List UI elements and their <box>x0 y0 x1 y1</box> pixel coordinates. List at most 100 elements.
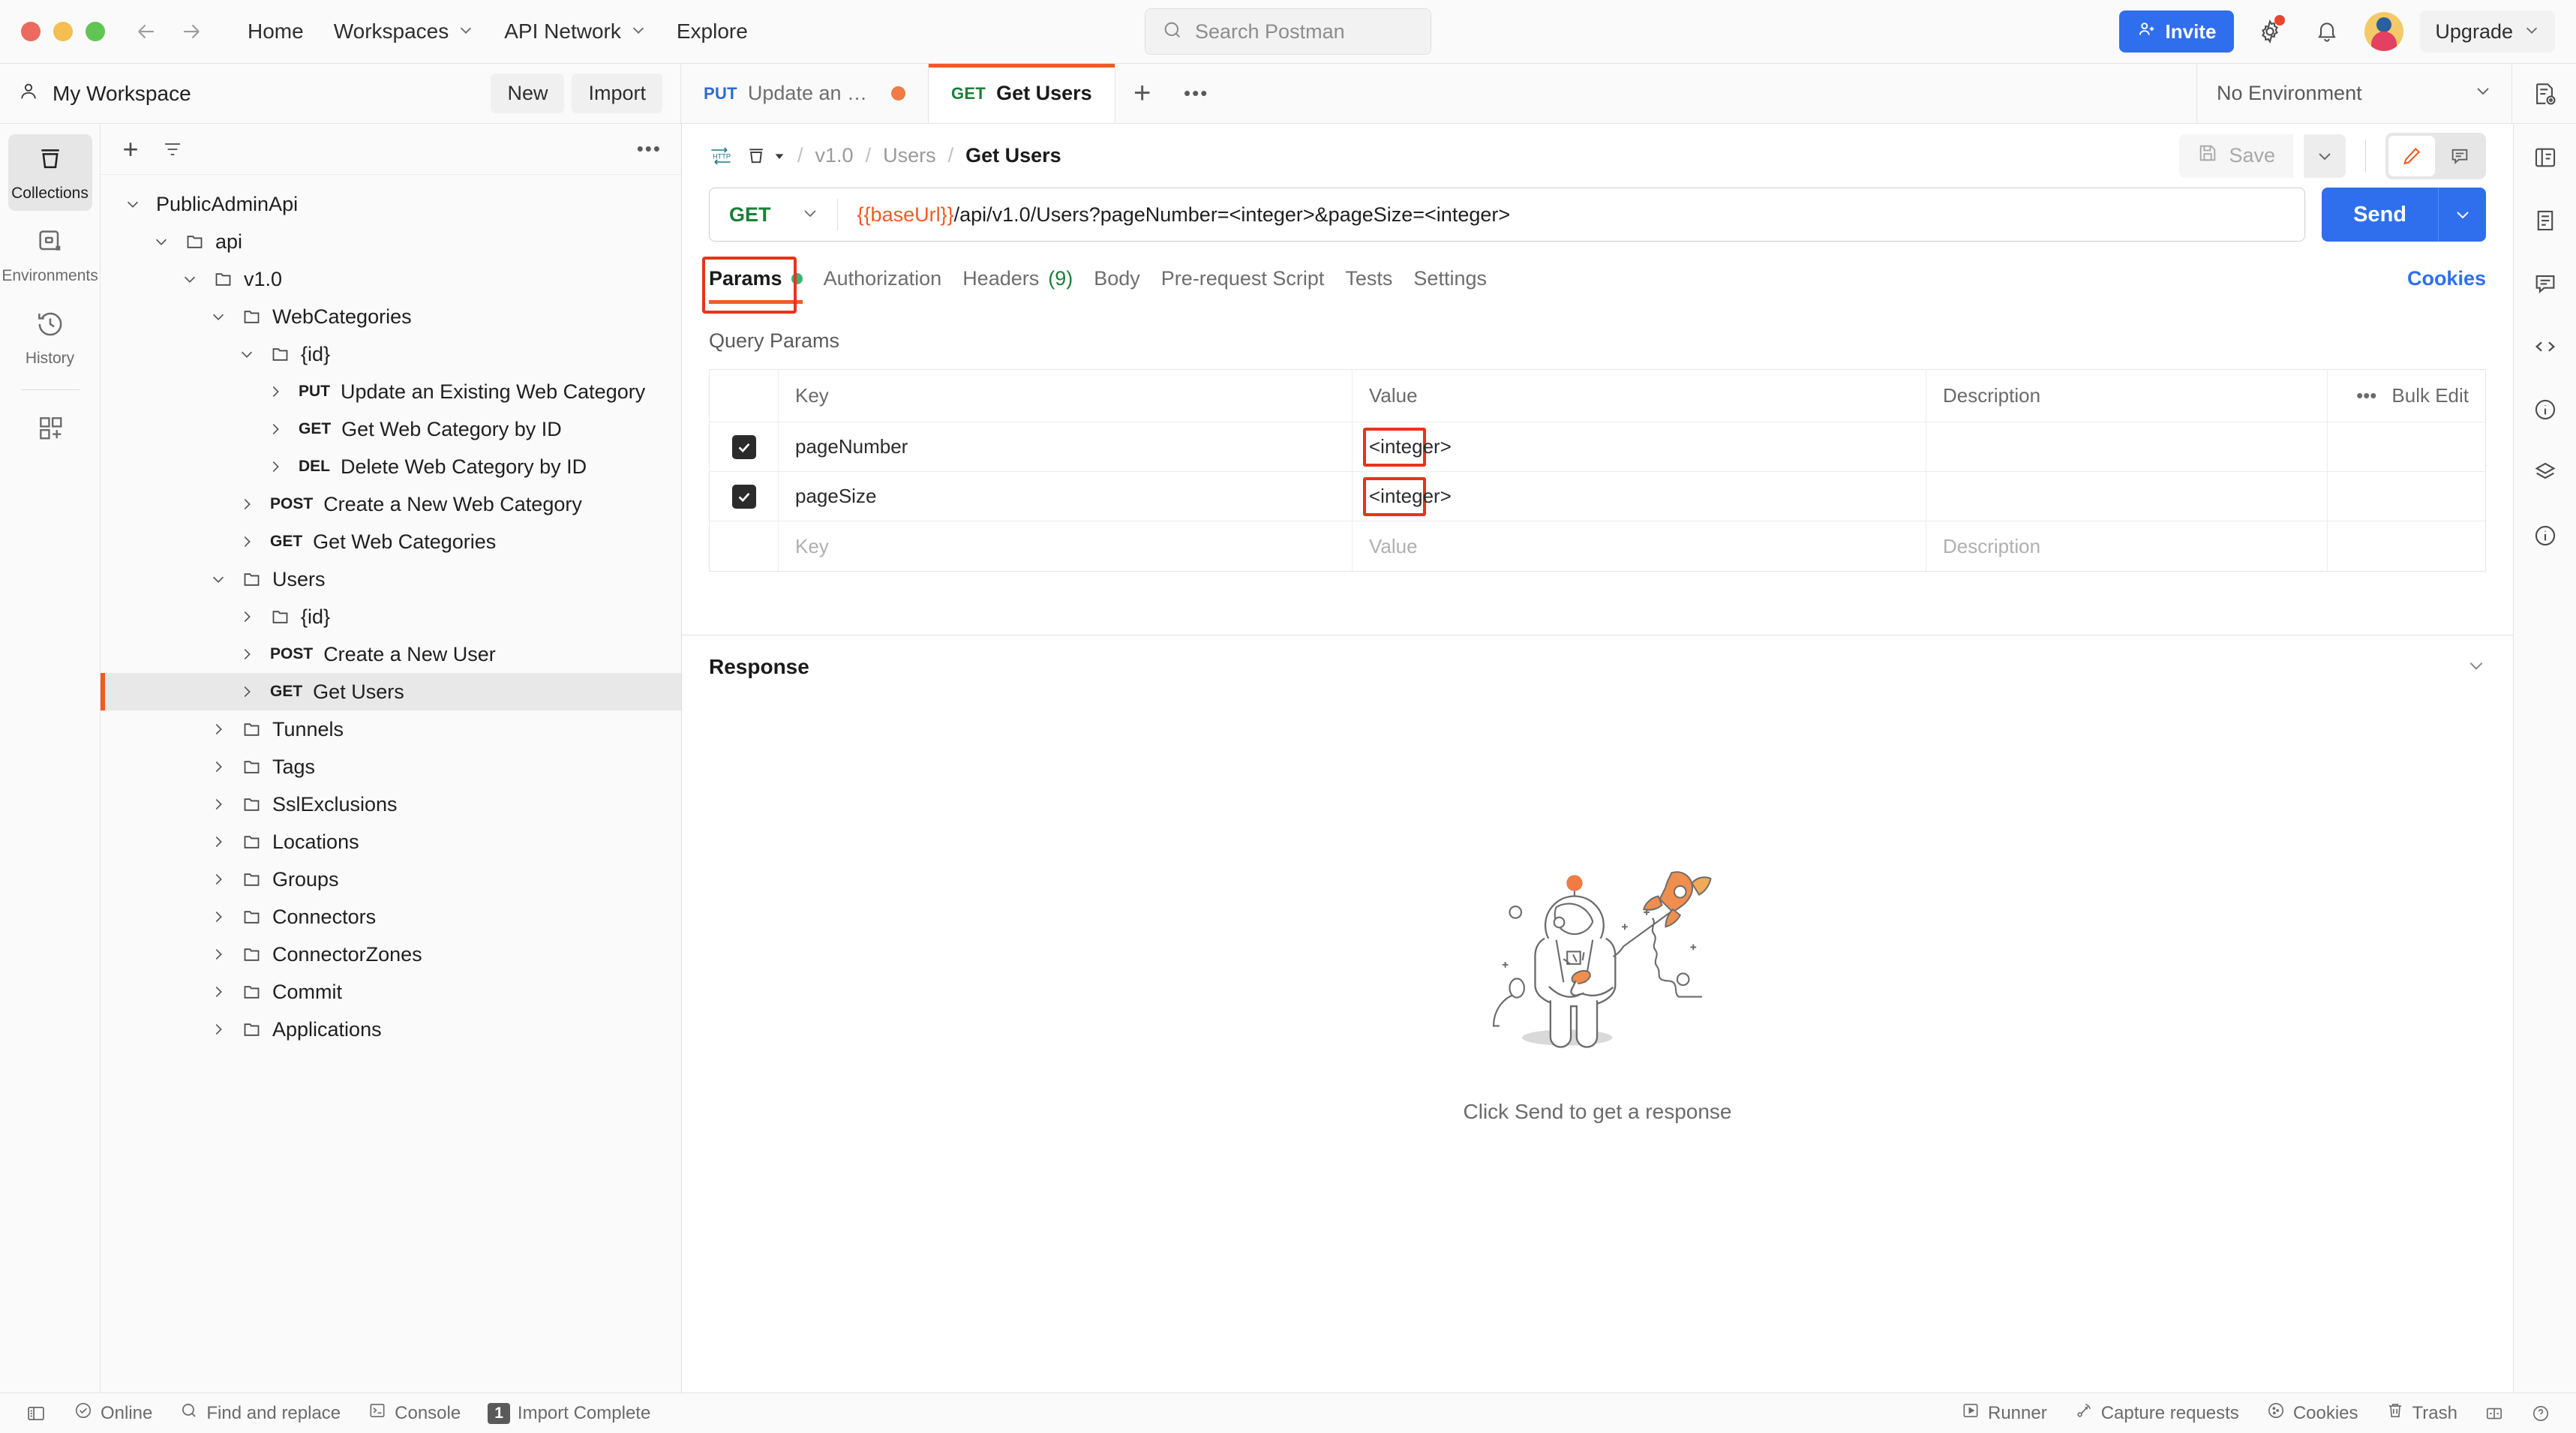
http-method-select[interactable]: GET <box>710 188 837 241</box>
chevron-right-icon[interactable] <box>206 796 231 813</box>
send-options-caret[interactable] <box>2438 188 2486 242</box>
tree-request-item[interactable]: GETGet Web Categories <box>101 523 681 560</box>
chevron-right-icon[interactable] <box>234 496 260 512</box>
tab-authorization[interactable]: Authorization <box>824 267 963 304</box>
tree-request-item[interactable]: POSTCreate a New User <box>101 635 681 673</box>
chevron-right-icon[interactable] <box>206 1021 231 1038</box>
param-value[interactable]: <integer> <box>1353 422 1926 471</box>
upgrade-button[interactable]: Upgrade <box>2420 11 2555 53</box>
sidebar-toggle-icon[interactable] <box>12 1403 60 1424</box>
chevron-down-icon[interactable] <box>2466 656 2486 679</box>
chevron-right-icon[interactable] <box>263 458 288 475</box>
maximize-window-button[interactable] <box>86 22 105 41</box>
chevron-down-icon[interactable] <box>120 196 146 212</box>
tab-settings[interactable]: Settings <box>1413 267 1508 304</box>
tree-folder-item[interactable]: Applications <box>101 1011 681 1048</box>
settings-gear-icon[interactable] <box>2249 11 2291 53</box>
save-button[interactable]: Save <box>2179 134 2293 178</box>
tree-folder-item[interactable]: v1.0 <box>101 260 681 298</box>
chevron-right-icon[interactable] <box>206 834 231 850</box>
collections-icon[interactable] <box>745 145 785 167</box>
comment-icon[interactable] <box>2436 136 2483 176</box>
tree-folder-item[interactable]: {id} <box>101 335 681 373</box>
chevron-right-icon[interactable] <box>206 909 231 925</box>
tab-tests[interactable]: Tests <box>1345 267 1413 304</box>
status-online[interactable]: Online <box>60 1401 166 1425</box>
info-icon[interactable] <box>2525 515 2565 556</box>
tree-folder-item[interactable]: api <box>101 223 681 260</box>
info-circle-icon[interactable] <box>2525 389 2565 430</box>
trash-button[interactable]: Trash <box>2372 1401 2471 1425</box>
param-value[interactable]: <integer> <box>1353 472 1926 521</box>
nav-item-workspaces[interactable]: Workspaces <box>319 12 490 51</box>
chevron-right-icon[interactable] <box>263 383 288 400</box>
tree-request-item[interactable]: POSTCreate a New Web Category <box>101 485 681 523</box>
pencil-icon[interactable] <box>2388 136 2435 176</box>
nav-item-home[interactable]: Home <box>233 12 319 51</box>
table-row[interactable]: pageNumber <integer> <box>710 422 2485 472</box>
checkbox-checked-icon[interactable] <box>732 435 756 459</box>
import-button[interactable]: Import <box>572 74 662 113</box>
chevron-right-icon[interactable] <box>206 946 231 963</box>
new-tab-button[interactable]: + <box>1115 64 1169 123</box>
tree-request-item[interactable]: PUTUpdate an Existing Web Category <box>101 373 681 410</box>
request-tab-update-web-category[interactable]: PUT Update an Existing We <box>681 64 929 123</box>
param-key[interactable]: pageSize <box>779 472 1353 521</box>
tree-folder-item[interactable]: Tunnels <box>101 710 681 748</box>
new-collection-button[interactable]: + <box>116 134 146 165</box>
tree-folder-item[interactable]: Commit <box>101 973 681 1011</box>
layout-icon[interactable] <box>2471 1404 2517 1423</box>
chevron-right-icon[interactable] <box>263 421 288 437</box>
chevron-right-icon[interactable] <box>234 608 260 625</box>
chevron-right-icon[interactable] <box>234 533 260 550</box>
tree-request-item[interactable]: DELDelete Web Category by ID <box>101 448 681 485</box>
minimize-window-button[interactable] <box>53 22 73 41</box>
table-row[interactable]: pageSize <integer> <box>710 472 2485 521</box>
help-circle-icon[interactable] <box>2517 1404 2564 1423</box>
tab-params[interactable]: Params <box>709 267 824 304</box>
url-input[interactable]: {{baseUrl}}/api/v1.0/Users?pageNumber=<i… <box>838 203 1511 227</box>
chevron-down-icon[interactable] <box>234 346 260 362</box>
back-arrow-icon[interactable] <box>132 17 161 46</box>
tree-folder-item[interactable]: Groups <box>101 861 681 898</box>
table-row-empty[interactable]: Key Value Description <box>710 521 2485 571</box>
new-param-description-input[interactable]: Description <box>1926 521 2328 571</box>
documentation-icon[interactable] <box>2525 200 2565 241</box>
sidebar-item-history[interactable]: History <box>8 299 92 376</box>
tree-folder-item[interactable]: {id} <box>101 598 681 635</box>
chevron-right-icon[interactable] <box>206 871 231 888</box>
tab-headers[interactable]: Headers (9) <box>962 267 1094 304</box>
tree-folder-item[interactable]: SslExclusions <box>101 786 681 823</box>
close-window-button[interactable] <box>21 22 41 41</box>
bulk-edit-link[interactable]: Bulk Edit <box>2391 384 2469 407</box>
runner-button[interactable]: Runner <box>1947 1401 2061 1425</box>
tab-options-icon[interactable]: ••• <box>1169 64 1223 123</box>
chevron-down-icon[interactable] <box>206 308 231 325</box>
tree-folder-item[interactable]: WebCategories <box>101 298 681 335</box>
notification-bell-icon[interactable] <box>2306 11 2348 53</box>
panel-icon[interactable] <box>2525 137 2565 178</box>
grid-icon[interactable] <box>2525 452 2565 493</box>
sidebar-item-collections[interactable]: Collections <box>8 134 92 211</box>
send-button[interactable]: Send <box>2322 188 2438 242</box>
breadcrumb-part-v1[interactable]: v1.0 <box>815 144 854 167</box>
param-description[interactable] <box>1926 422 2328 471</box>
workspace-selector[interactable]: My Workspace New Import <box>0 64 681 123</box>
tree-request-item[interactable]: GETGet Users <box>101 673 681 710</box>
filter-icon[interactable] <box>159 139 186 160</box>
sidebar-item-environments[interactable]: Environments <box>8 217 92 293</box>
cookies-link[interactable]: Cookies <box>2407 267 2486 304</box>
tab-pre-request-script[interactable]: Pre-request Script <box>1161 267 1346 304</box>
code-icon[interactable] <box>2525 326 2565 367</box>
tree-request-item[interactable]: GETGet Web Category by ID <box>101 410 681 448</box>
param-key[interactable]: pageNumber <box>779 422 1353 471</box>
chevron-down-icon[interactable] <box>177 271 203 287</box>
chevron-right-icon[interactable] <box>206 759 231 775</box>
user-avatar[interactable] <box>2363 11 2405 53</box>
tree-folder-item[interactable]: Locations <box>101 823 681 861</box>
import-complete-status[interactable]: 1 Import Complete <box>474 1403 664 1424</box>
console-button[interactable]: Console <box>354 1401 474 1425</box>
new-module-button[interactable] <box>8 404 92 455</box>
chevron-right-icon[interactable] <box>234 646 260 662</box>
tree-folder-item[interactable]: Tags <box>101 748 681 786</box>
